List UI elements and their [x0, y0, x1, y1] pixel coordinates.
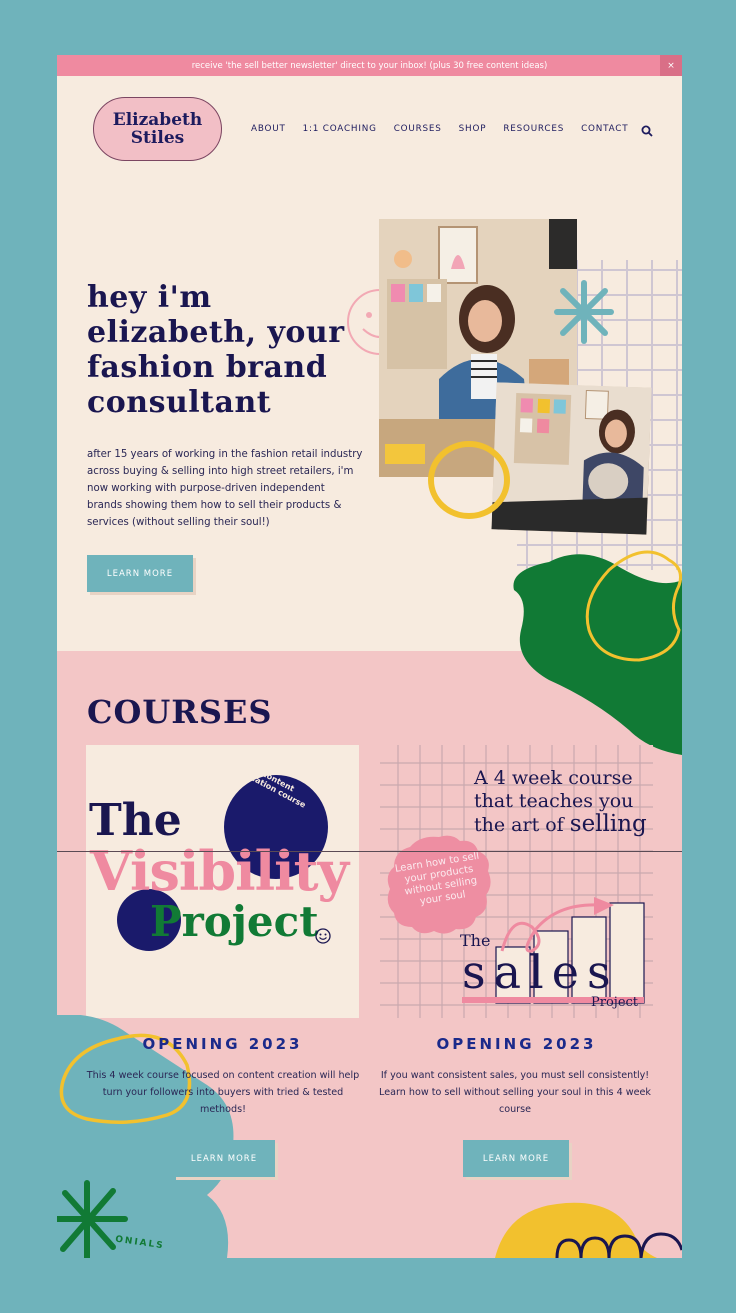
sales-learn-more-button[interactable]: LEARN MORE: [463, 1140, 569, 1177]
course-card-sales[interactable]: A 4 week course that teaches you the art…: [380, 745, 653, 1018]
courses-heading: COURSES: [87, 693, 273, 731]
hero-photo-secondary: [491, 382, 652, 535]
main-nav: ABOUT 1:1 COACHING COURSES SHOP RESOURCE…: [251, 124, 645, 134]
visibility-project: Project: [150, 897, 319, 946]
opening-heading-sales: OPENING 2023: [436, 1035, 597, 1053]
tagline-line-2: that teaches you: [474, 790, 634, 812]
site-logo[interactable]: Elizabeth Stiles: [93, 97, 222, 161]
visibility-learn-more-button[interactable]: LEARN MORE: [173, 1140, 275, 1177]
hero-title: hey i'm elizabeth, your fashion brand co…: [87, 280, 347, 420]
nav-item-resources[interactable]: RESOURCES: [503, 124, 564, 134]
opening-heading-visibility: OPENING 2023: [142, 1035, 303, 1053]
visibility-word: Visibility: [90, 839, 349, 903]
green-starburst-icon: [57, 1180, 128, 1258]
nav-item-coaching[interactable]: 1:1 COACHING: [303, 124, 377, 134]
hero-title-line-4: consultant: [87, 385, 272, 420]
search-icon[interactable]: [641, 125, 653, 137]
hero-title-line-1: hey i'm: [87, 280, 212, 315]
yellow-blob-decoration: [495, 1202, 682, 1258]
announcement-bar[interactable]: receive 'the sell better newsletter' dir…: [57, 55, 682, 76]
website-page: receive 'the sell better newsletter' dir…: [57, 55, 682, 1258]
tagline-line-1: A 4 week course: [474, 767, 633, 789]
announcement-text[interactable]: receive 'the sell better newsletter' dir…: [192, 61, 548, 71]
divider-line: [57, 851, 682, 852]
nav-item-shop[interactable]: SHOP: [459, 124, 487, 134]
hero-title-line-3: fashion brand: [87, 350, 328, 385]
sales-tagline: A 4 week course that teaches you the art…: [474, 767, 647, 837]
hero-title-line-2: elizabeth, your: [87, 315, 345, 350]
close-icon[interactable]: ×: [660, 55, 682, 76]
hero-learn-more-button[interactable]: LEARN MORE: [87, 555, 193, 592]
yellow-ring-decoration: [428, 441, 510, 519]
tagline-line-3b: selling: [569, 811, 647, 837]
course-description-visibility: This 4 week course focused on content cr…: [86, 1070, 360, 1115]
green-blob-decoration: [513, 550, 682, 755]
logo-line-2: Stiles: [130, 128, 185, 148]
nav-item-about[interactable]: ABOUT: [251, 124, 286, 134]
logo-line-1: Elizabeth: [112, 110, 203, 130]
smiley-icon: [315, 928, 331, 944]
teal-starburst-icon: [554, 280, 614, 344]
sales-project: Project: [591, 995, 639, 1010]
hero-description: after 15 years of working in the fashion…: [87, 449, 363, 528]
nav-item-courses[interactable]: COURSES: [394, 124, 442, 134]
course-description-sales: If you want consistent sales, you must s…: [379, 1070, 651, 1115]
sales-word: sales: [462, 945, 619, 999]
nav-item-contact[interactable]: CONTACT: [581, 124, 628, 134]
course-card-visibility[interactable]: the content creation course The Visibili…: [86, 745, 359, 1018]
